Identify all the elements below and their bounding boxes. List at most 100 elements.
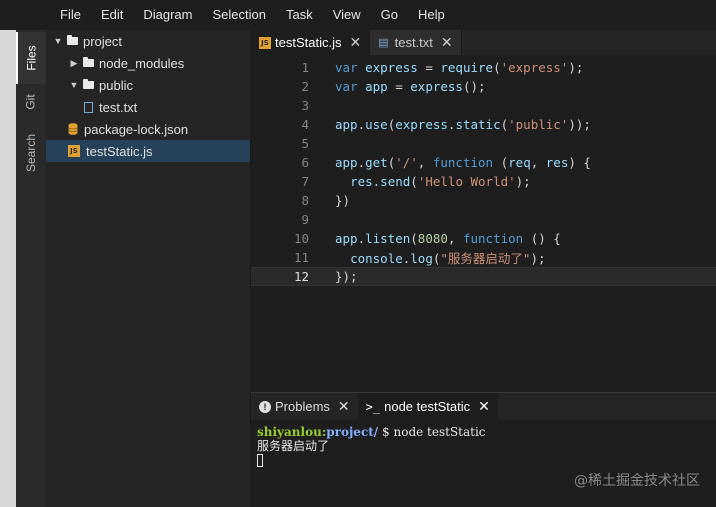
terminal-path: project/ — [326, 425, 379, 439]
panel-tab-label: Problems — [275, 399, 330, 414]
info-icon: ! — [259, 400, 271, 413]
json-file-icon — [68, 123, 78, 135]
code-line: 2 var app = express(); — [251, 77, 716, 96]
tree-item-public[interactable]: ▼ public — [46, 74, 250, 96]
tree-item-label: testStatic.js — [86, 143, 153, 159]
folder-icon — [83, 79, 94, 89]
watermark: @稀土掘金技术社区 — [574, 473, 700, 489]
tab-git-label: Git — [24, 94, 38, 110]
menu-selection[interactable]: Selection — [202, 0, 275, 30]
line-number: 1 — [301, 60, 309, 75]
code-text: app.listen(8080, function () { — [335, 231, 561, 246]
tab-label: testStatic.js — [275, 35, 342, 50]
code-line: 4 app.use(express.static('public')); — [251, 115, 716, 134]
text-file-icon — [84, 101, 93, 113]
code-line: 6 app.get('/', function (req, res) { — [251, 153, 716, 172]
code-text: console.log("服务器启动了"); — [350, 251, 546, 266]
folder-icon — [67, 35, 78, 45]
line-number: 4 — [301, 117, 309, 132]
line-number: 8 — [301, 193, 309, 208]
line-number: 3 — [301, 98, 309, 113]
terminal-user: shiyanlou — [257, 425, 322, 439]
menu-task[interactable]: Task — [276, 0, 323, 30]
code-line: 8}) — [251, 191, 716, 210]
menu-diagram[interactable]: Diagram — [133, 0, 202, 30]
line-number: 6 — [301, 155, 309, 170]
menu-edit[interactable]: Edit — [91, 0, 133, 30]
line-number: 10 — [293, 231, 309, 246]
menu-go[interactable]: Go — [371, 0, 408, 30]
tab-label: test.txt — [394, 35, 433, 50]
tree-item-project[interactable]: ▼ project — [46, 30, 250, 52]
terminal-output: 服务器启动了 — [257, 439, 330, 453]
code-line: 10 app.listen(8080, function () { — [251, 229, 716, 248]
code-line: 1 var express = require('express'); — [251, 58, 716, 77]
close-icon[interactable]: ✕ — [441, 34, 453, 51]
code-line: 5 — [251, 134, 716, 153]
line-number: 9 — [301, 212, 309, 227]
caret-right-icon[interactable]: ▶ — [68, 58, 80, 69]
tab-files[interactable]: Files — [16, 32, 46, 84]
terminal-prompt-line: shiyanlou:project/ $ node testStatic — [257, 425, 486, 439]
code-line: 12}); — [251, 267, 716, 286]
tab-test-txt[interactable]: ▤ test.txt ✕ — [370, 30, 462, 55]
terminal-prompt-symbol: $ — [382, 425, 390, 439]
tab-search-label: Search — [24, 133, 38, 173]
code-text: }) — [335, 193, 351, 208]
panel-tab-problems[interactable]: ! Problems ✕ — [251, 393, 358, 420]
line-number: 2 — [301, 79, 309, 94]
terminal-cursor — [257, 454, 263, 467]
code-text: app.use(express.static('public')); — [335, 117, 591, 132]
code-text: }); — [335, 269, 358, 284]
terminal-command: node testStatic — [393, 425, 486, 439]
js-file-icon: JS — [68, 145, 80, 157]
tab-git[interactable]: Git — [16, 86, 46, 118]
panel-tab-label: node testStatic — [384, 399, 471, 414]
code-line: 3 — [251, 96, 716, 115]
folder-icon — [83, 57, 94, 67]
tree-item-label: node_modules — [99, 55, 185, 71]
panel-tabs: ! Problems ✕ >_ node testStatic ✕ — [251, 393, 716, 420]
tab-search[interactable]: Search — [16, 122, 46, 184]
close-icon[interactable]: ✕ — [478, 398, 490, 415]
code-line: 11 console.log("服务器启动了"); — [251, 248, 716, 267]
code-line: 9 — [251, 210, 716, 229]
activity-bar: Files Git Search — [16, 30, 46, 507]
left-edge-strip — [0, 30, 16, 507]
close-icon[interactable]: ✕ — [338, 398, 350, 415]
line-number: 7 — [301, 174, 309, 189]
code-text: var express = require('express'); — [335, 60, 584, 75]
text-file-icon: ▤ — [378, 37, 389, 49]
tree-item-label: public — [99, 77, 133, 93]
close-icon[interactable]: ✕ — [349, 34, 361, 51]
code-line: 7 res.send('Hello World'); — [251, 172, 716, 191]
js-file-icon: JS — [259, 36, 271, 49]
tree-item-package-lock-json[interactable]: package-lock.json — [46, 118, 250, 140]
terminal[interactable]: shiyanlou:project/ $ node testStatic 服务器… — [257, 425, 486, 467]
tree-item-label: project — [83, 33, 123, 49]
editor-area: JS testStatic.js ✕ ▤ test.txt ✕ 1 var express … — [251, 30, 716, 392]
menu-help[interactable]: Help — [408, 0, 455, 30]
line-number: 11 — [293, 250, 309, 265]
tree-item-teststatic-js[interactable]: JS testStatic.js — [46, 140, 250, 162]
tab-files-label: Files — [25, 45, 39, 71]
panel-tab-node-teststatic[interactable]: >_ node testStatic ✕ — [357, 393, 498, 420]
code-text: app.get('/', function (req, res) { — [335, 155, 591, 170]
tree-item-label: package-lock.json — [84, 121, 189, 137]
caret-down-icon[interactable]: ▼ — [52, 36, 64, 46]
menu-file[interactable]: File — [50, 0, 91, 30]
code-text: res.send('Hello World'); — [350, 174, 531, 189]
code-text: var app = express(); — [335, 79, 486, 94]
tree-item-label: test.txt — [99, 99, 138, 115]
tab-teststatic-js[interactable]: JS testStatic.js ✕ — [251, 30, 371, 55]
menu-bar: File Edit Diagram Selection Task View Go Help — [0, 0, 716, 30]
menu-view[interactable]: View — [323, 0, 371, 30]
terminal-icon: >_ — [365, 399, 381, 414]
file-explorer: ▼ project ▶ node_modules ▼ public test.txt pack… — [46, 30, 251, 507]
editor-tabs: JS testStatic.js ✕ ▤ test.txt ✕ — [251, 30, 716, 55]
line-number: 12 — [293, 269, 309, 284]
tree-item-test-txt[interactable]: test.txt — [46, 96, 250, 118]
line-number: 5 — [301, 136, 309, 151]
tree-item-node-modules[interactable]: ▶ node_modules — [46, 52, 250, 74]
caret-down-icon[interactable]: ▼ — [68, 80, 80, 90]
